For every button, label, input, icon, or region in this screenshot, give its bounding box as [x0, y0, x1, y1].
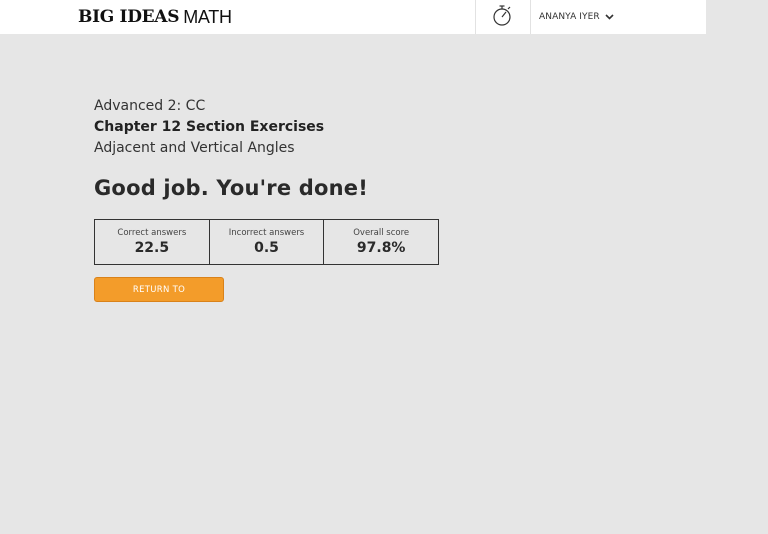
return-button[interactable]: RETURN TO: [94, 277, 224, 302]
chapter-title: Chapter 12 Section Exercises: [94, 119, 325, 135]
chevron-down-icon: [605, 14, 614, 20]
section-title: Adjacent and Vertical Angles: [94, 140, 295, 156]
assignment-summary: Advanced 2: CC Chapter 12 Section Exerci…: [94, 96, 368, 200]
brand-logo-bold: BIG IDEAS: [78, 7, 180, 27]
completion-message: Good job. You're done!: [94, 176, 369, 200]
timer-button[interactable]: [475, 0, 531, 34]
brand-logo[interactable]: BIG IDEAS MATH: [78, 6, 232, 28]
score-value: 97.8%: [356, 240, 406, 256]
stopwatch-icon: [492, 3, 514, 31]
top-header: BIG IDEAS MATH ANANYA IYER: [0, 0, 706, 34]
score-value: 22.5: [134, 240, 170, 256]
course-title: Advanced 2: CC: [94, 98, 206, 114]
user-name: ANANYA IYER: [539, 12, 600, 22]
score-cell-overall: Overall score 97.8%: [324, 220, 438, 264]
score-label: Incorrect answers: [228, 228, 305, 238]
brand-logo-light: MATH: [183, 6, 232, 27]
score-value: 0.5: [254, 240, 279, 256]
score-summary: Correct answers 22.5 Incorrect answers 0…: [94, 219, 439, 265]
score-label: Correct answers: [117, 228, 187, 238]
score-cell-correct: Correct answers 22.5: [95, 220, 210, 264]
score-label: Overall score: [353, 228, 410, 238]
user-menu[interactable]: ANANYA IYER: [539, 0, 614, 34]
score-cell-incorrect: Incorrect answers 0.5: [210, 220, 325, 264]
